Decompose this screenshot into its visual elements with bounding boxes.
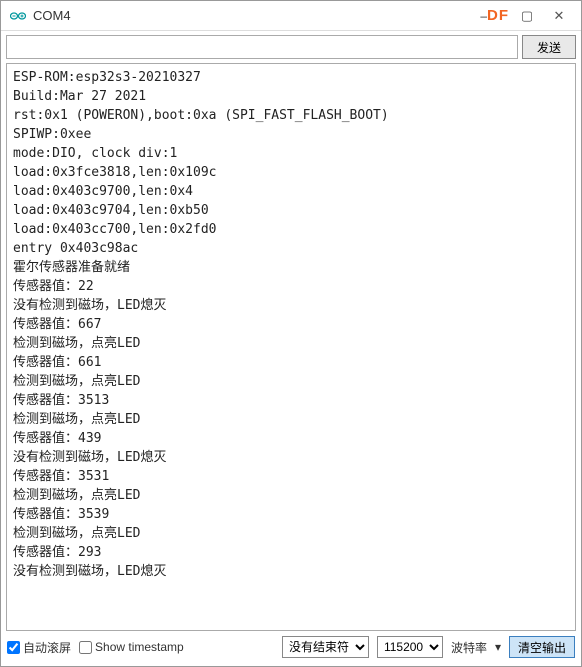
- clear-output-button[interactable]: 清空输出: [509, 636, 575, 658]
- output-line: 传感器值：293: [13, 543, 569, 562]
- timestamp-label: Show timestamp: [95, 640, 184, 654]
- autoscroll-input[interactable]: [7, 641, 20, 654]
- input-row: 发送: [1, 31, 581, 63]
- output-line: 传感器值：3539: [13, 505, 569, 524]
- output-line: SPIWP:0xee: [13, 125, 569, 144]
- baud-dropdown-icon: ▾: [495, 640, 501, 654]
- output-line: 传感器值：667: [13, 315, 569, 334]
- arduino-icon: [9, 7, 27, 25]
- output-line: load:0x403cc700,len:0x2fd0: [13, 220, 569, 239]
- window-title: COM4: [33, 8, 480, 23]
- output-line: entry 0x403c98ac: [13, 239, 569, 258]
- output-line: load:0x3fce3818,len:0x109c: [13, 163, 569, 182]
- output-line: 没有检测到磁场，LED熄灭: [13, 296, 569, 315]
- output-line: 霍尔传感器准备就绪: [13, 258, 569, 277]
- autoscroll-label: 自动滚屏: [23, 639, 71, 656]
- timestamp-input[interactable]: [79, 641, 92, 654]
- output-line: 传感器值：661: [13, 353, 569, 372]
- maximize-icon: ▢: [521, 8, 533, 24]
- output-line: load:0x403c9700,len:0x4: [13, 182, 569, 201]
- autoscroll-checkbox[interactable]: 自动滚屏: [7, 639, 71, 656]
- output-line: 没有检测到磁场，LED熄灭: [13, 448, 569, 467]
- output-line: Build:Mar 27 2021: [13, 87, 569, 106]
- send-button[interactable]: 发送: [522, 35, 576, 59]
- output-line: 传感器值：3531: [13, 467, 569, 486]
- window-controls: ▢ ✕: [513, 5, 573, 27]
- output-line: 检测到磁场，点亮LED: [13, 334, 569, 353]
- titlebar: COM4 – DF ▢ ✕: [1, 1, 581, 31]
- timestamp-checkbox[interactable]: Show timestamp: [79, 640, 184, 654]
- output-line: 传感器值：3513: [13, 391, 569, 410]
- output-line: 检测到磁场，点亮LED: [13, 372, 569, 391]
- output-line: 传感器值：22: [13, 277, 569, 296]
- line-ending-select[interactable]: 没有结束符: [282, 636, 369, 658]
- close-button[interactable]: ✕: [545, 5, 573, 27]
- serial-input[interactable]: [6, 35, 518, 59]
- output-line: ESP-ROM:esp32s3-20210327: [13, 68, 569, 87]
- baud-label: 波特率: [451, 639, 487, 656]
- baud-select[interactable]: 115200: [377, 636, 443, 658]
- output-line: mode:DIO, clock div:1: [13, 144, 569, 163]
- output-line: 检测到磁场，点亮LED: [13, 410, 569, 429]
- minimize-prefix: –: [480, 9, 487, 23]
- output-line: rst:0x1 (POWERON),boot:0xa (SPI_FAST_FLA…: [13, 106, 569, 125]
- output-line: 检测到磁场，点亮LED: [13, 524, 569, 543]
- close-icon: ✕: [554, 8, 565, 24]
- output-line: 传感器值：439: [13, 429, 569, 448]
- serial-output[interactable]: ESP-ROM:esp32s3-20210327Build:Mar 27 202…: [6, 63, 576, 631]
- output-line: 检测到磁场，点亮LED: [13, 486, 569, 505]
- output-line: 没有检测到磁场，LED熄灭: [13, 562, 569, 581]
- df-logo: DF: [487, 7, 509, 24]
- maximize-button[interactable]: ▢: [513, 5, 541, 27]
- bottom-bar: 自动滚屏 Show timestamp 没有结束符 115200 波特率 ▾ 清…: [1, 631, 581, 662]
- output-line: load:0x403c9704,len:0xb50: [13, 201, 569, 220]
